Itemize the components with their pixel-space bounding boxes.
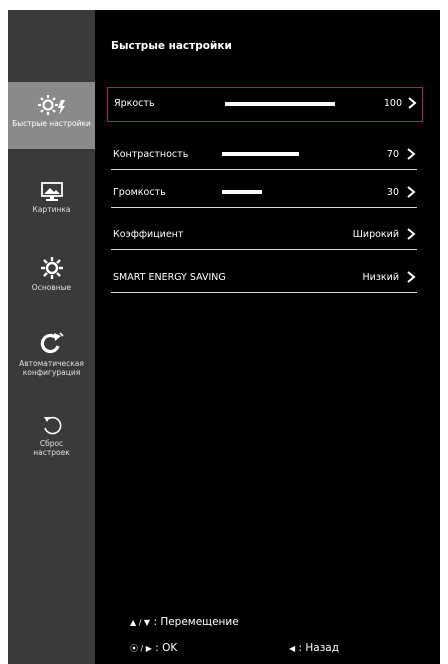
help-back-text: : Назад [298, 642, 339, 654]
volume-level-bar [222, 190, 262, 194]
sidebar: Быстрые настройки Картинка Основные Авто… [8, 10, 95, 664]
setting-label: Яркость [114, 98, 155, 109]
sidebar-item-label: Основные [31, 283, 72, 292]
setting-value: 100 [383, 98, 402, 109]
setting-value: 30 [386, 187, 399, 198]
help-ok: ⦿ / ▶ : OK [130, 642, 177, 654]
osd-menu: Быстрые настройки Картинка Основные Авто… [8, 10, 440, 664]
help-back: ◀ : Назад [289, 642, 339, 654]
sidebar-item-label: Картинка [32, 205, 71, 214]
sidebar-item-quick-settings[interactable]: Быстрые настройки [8, 82, 95, 149]
setting-value: Широкий [352, 229, 399, 240]
help-move: ▲ / ▼ : Перемещение [130, 616, 239, 628]
back-arrow-icon: ◀ [289, 644, 296, 653]
brightness-level-bar [225, 102, 335, 106]
help-move-text: : Перемещение [153, 616, 239, 628]
setting-row-brightness[interactable]: Яркость 100 [107, 87, 423, 122]
chevron-right-icon[interactable] [405, 227, 417, 241]
setting-row-ratio[interactable]: Коэффициент Широкий [111, 218, 417, 250]
page-title: Быстрые настройки [111, 40, 232, 52]
sidebar-item-label: Сброс настроек [33, 439, 70, 457]
sidebar-item-label: Быстрые настройки [12, 119, 91, 128]
picture-icon [40, 182, 63, 201]
sidebar-item-general[interactable]: Основные [8, 256, 95, 292]
help-ok-text: : OK [155, 642, 178, 654]
setting-label: Контрастность [113, 149, 189, 160]
setting-value: 70 [386, 149, 399, 160]
setting-value: Низкий [362, 272, 399, 283]
setting-row-volume[interactable]: Громкость 30 [111, 176, 417, 208]
quick-settings-icon [37, 95, 65, 115]
reset-icon [43, 416, 61, 435]
setting-label: SMART ENERGY SAVING [113, 272, 226, 283]
ok-joystick-icon: ⦿ / ▶ [130, 644, 152, 653]
setting-row-smart-energy-saving[interactable]: SMART ENERGY SAVING Низкий [111, 261, 417, 293]
chevron-right-icon[interactable] [405, 147, 417, 161]
setting-label: Громкость [113, 187, 166, 198]
main-panel: Быстрые настройки Яркость 100 Контрастно… [95, 10, 440, 664]
sidebar-item-auto-config[interactable]: Автоматическая конфигурация [8, 332, 95, 377]
sidebar-item-label: Автоматическая конфигурация [19, 359, 84, 377]
contrast-level-bar [222, 152, 299, 156]
chevron-right-icon[interactable] [405, 270, 417, 284]
auto-config-icon [40, 332, 64, 354]
setting-row-contrast[interactable]: Контрастность 70 [111, 138, 417, 170]
sidebar-item-picture[interactable]: Картинка [8, 182, 95, 214]
gear-icon [40, 257, 63, 279]
setting-label: Коэффициент [113, 229, 184, 240]
chevron-right-icon[interactable] [405, 185, 417, 199]
sidebar-item-reset[interactable]: Сброс настроек [8, 414, 95, 457]
up-down-arrows-icon: ▲ / ▼ [130, 618, 151, 627]
chevron-right-icon[interactable] [406, 96, 418, 110]
